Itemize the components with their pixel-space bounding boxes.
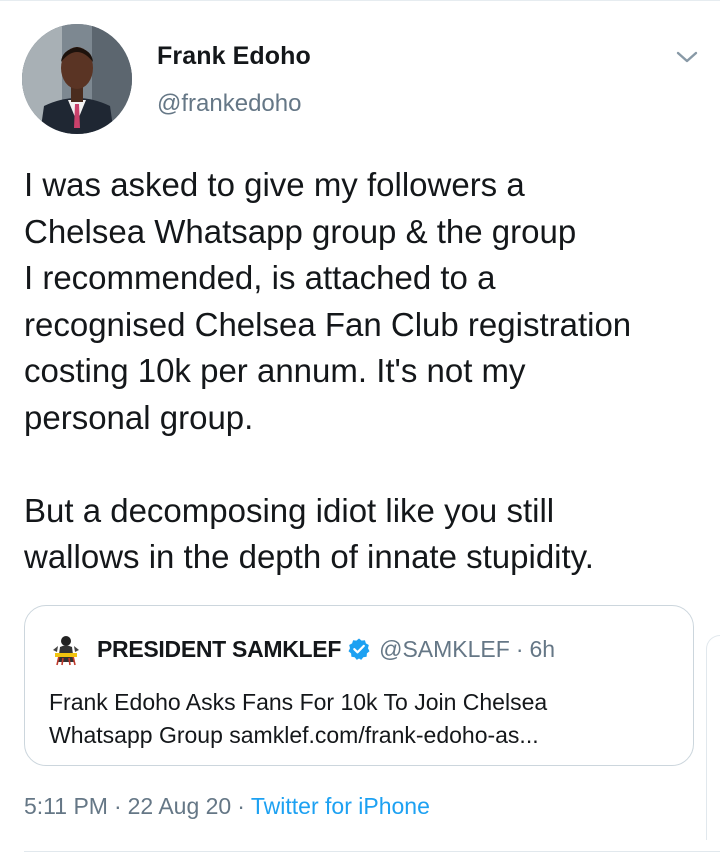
author-handle[interactable]: @frankedoho — [157, 90, 301, 118]
tweet-line: wallows in the depth of innate stupidity… — [24, 538, 594, 575]
tweet-line: I was asked to give my followers a — [24, 166, 525, 203]
quoted-author-handle[interactable]: @SAMKLEF — [379, 636, 510, 663]
quoted-line: Frank Edoho Asks Fans For 10k To Join Ch… — [49, 689, 548, 715]
tweet-line: I recommended, is attached to a — [24, 259, 496, 296]
tweet-line: But a decomposing idiot like you still — [24, 491, 555, 529]
quoted-line[interactable]: Whatsapp Group samklef.com/frank-edoho-a… — [49, 719, 679, 752]
quoted-tweet[interactable]: PRESIDENT SAMKLEF @SAMKLEF · 6h Frank Ed… — [24, 605, 694, 766]
avatar[interactable] — [22, 24, 132, 134]
top-divider — [0, 0, 720, 1]
quoted-author-name[interactable]: PRESIDENT SAMKLEF — [97, 636, 341, 663]
separator-dot: · — [113, 793, 122, 819]
tweet-line: Chelsea Whatsapp group & the group — [24, 212, 577, 250]
tweet-meta: 5:11 PM · 22 Aug 20 · Twitter for iPhone — [24, 793, 430, 820]
verified-badge-icon — [347, 637, 371, 661]
bottom-divider — [24, 851, 720, 852]
adjacent-card-edge — [706, 635, 720, 840]
samklef-logo-icon — [49, 632, 83, 666]
tweet-line: costing 10k per annum. It's not my — [24, 352, 526, 389]
tweet-line: personal group. — [24, 398, 254, 436]
separator-dot: · — [237, 793, 245, 819]
chevron-down-icon[interactable] — [672, 42, 702, 72]
author-name[interactable]: Frank Edoho — [157, 42, 311, 71]
quoted-tweet-header: PRESIDENT SAMKLEF @SAMKLEF · 6h — [49, 632, 555, 666]
tweet-time[interactable]: 5:11 PM — [24, 793, 108, 819]
tweet-text: I was asked to give my followers a Chels… — [24, 162, 714, 581]
quoted-tweet-text: Frank Edoho Asks Fans For 10k To Join Ch… — [49, 686, 679, 752]
quoted-timestamp[interactable]: 6h — [529, 636, 555, 663]
tweet-line: recognised Chelsea Fan Club registration — [24, 305, 632, 343]
tweet-card: Frank Edoho @frankedoho I was asked to g… — [0, 0, 720, 862]
tweet-date[interactable]: 22 Aug 20 — [128, 793, 232, 819]
tweet-source-link[interactable]: Twitter for iPhone — [251, 793, 430, 819]
separator-dot: · — [515, 635, 524, 662]
